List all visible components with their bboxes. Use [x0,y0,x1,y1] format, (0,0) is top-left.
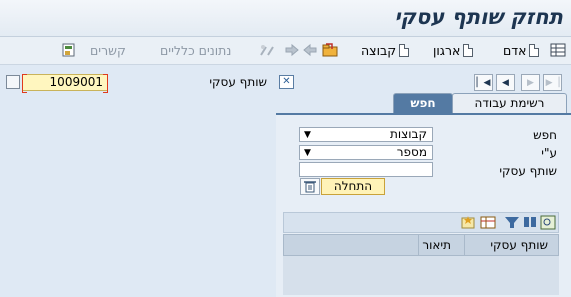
details-icon[interactable] [540,215,556,230]
chevron-down-icon: ▼ [304,130,311,140]
tab-worklist[interactable]: רשימת עבודה [452,93,567,113]
save-icon[interactable] [61,43,77,57]
last-page-button[interactable]: ▶▕ [543,74,562,91]
filter-icon[interactable] [504,215,520,230]
forward-arrow-icon[interactable] [284,43,300,57]
expand-screen-button[interactable] [6,75,20,89]
column-divider [464,235,465,255]
organization-button[interactable]: ארגון [433,41,474,59]
first-page-button[interactable]: ▏◀ [474,74,493,91]
open-folder-icon[interactable] [322,43,338,57]
close-icon[interactable]: ✕ [279,75,294,89]
title-bar: תחזק שותף עסקי [0,0,571,37]
person-button[interactable]: אדם [503,41,540,59]
organization-doc-icon [463,43,474,57]
previous-page-button[interactable]: ◀ [496,74,515,91]
general-data-button[interactable]: נתונים כלליים [160,41,231,59]
search-type-select[interactable]: קבוצות ▼ [299,127,433,142]
person-doc-icon [529,43,540,57]
trash-icon [304,181,316,193]
chevron-down-icon: ▼ [304,148,311,158]
next-page-button[interactable]: ▶ [521,74,540,91]
grid-icon[interactable] [550,43,566,57]
bp-search-input[interactable] [299,162,433,177]
clear-button[interactable] [300,178,320,195]
results-toolbar [283,212,559,233]
column-header-business-partner[interactable]: שותף עסקי [490,238,548,252]
relationships-button[interactable]: קשרים [90,41,126,59]
page-title: תחזק שותף עסקי [394,5,563,29]
column-divider [418,235,419,255]
find-icon[interactable] [522,215,538,230]
business-partner-field[interactable]: 1009001 [22,74,108,93]
results-table-header: שותף עסקי תיאור [283,234,559,256]
tab-search[interactable]: חפש [393,93,453,113]
results-table-body [283,256,559,295]
switch-icon[interactable] [259,43,275,57]
search-label: חפש [533,128,557,142]
business-partner-label: שותף עסקי [209,75,267,89]
start-button[interactable]: התחלה [321,178,385,195]
favorites-icon[interactable] [460,215,476,230]
group-button[interactable]: קבוצה [361,41,410,59]
back-arrow-icon[interactable] [302,43,318,57]
layout-icon[interactable] [480,215,496,230]
by-label: ע"י [541,146,557,160]
group-doc-icon [399,43,410,57]
search-by-select[interactable]: מספר ▼ [299,145,433,160]
bp-field-label: שותף עסקי [499,164,557,178]
application-toolbar: אדם ארגון קבוצה נתונים כלליים קשרים [0,37,571,65]
column-header-description[interactable]: תיאור [422,238,451,252]
